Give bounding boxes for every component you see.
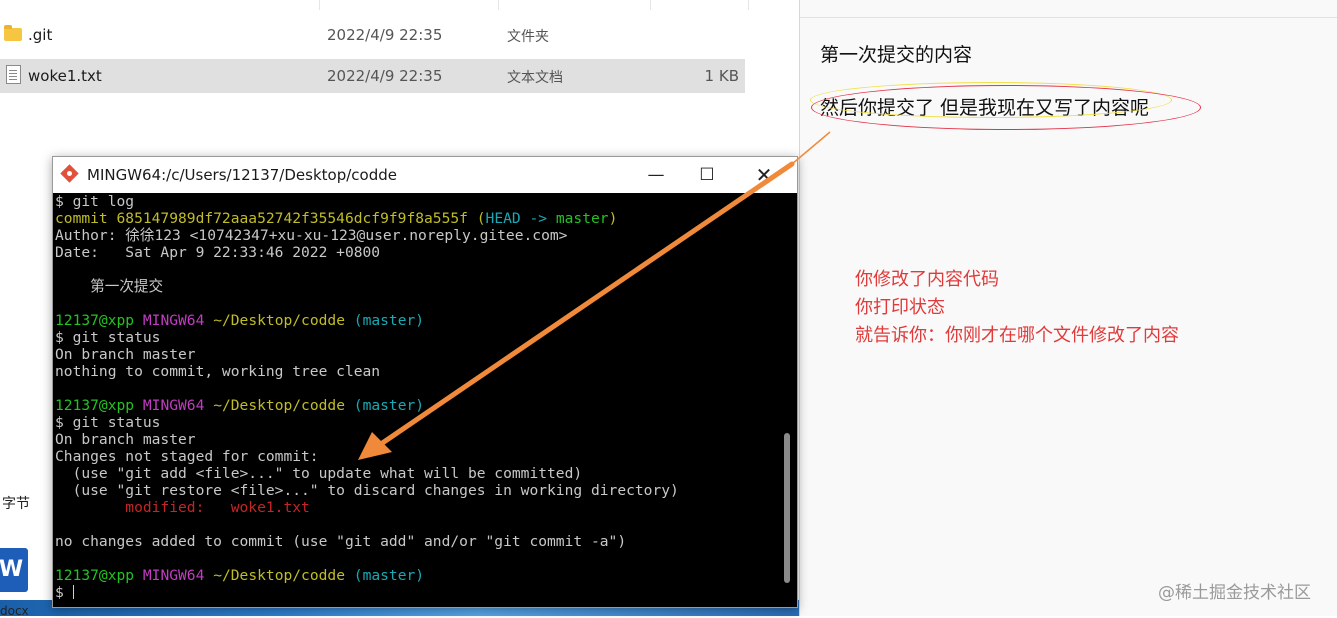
git-logo-icon <box>60 164 79 183</box>
terminal-line: 第一次提交 <box>55 278 164 295</box>
paren: ( <box>476 210 486 227</box>
terminal-line: (use "git add <file>..." to update what … <box>55 465 583 482</box>
terminal-title: MINGW64:/c/Users/12137/Desktop/codde <box>87 166 397 184</box>
terminal-line: (use "git restore <file>..." to discard … <box>55 482 679 499</box>
maximize-button[interactable]: ☐ <box>684 157 730 193</box>
notepad-text-line-1[interactable]: 第一次提交的内容 <box>820 40 972 67</box>
column-divider <box>650 0 651 10</box>
terminal-titlebar[interactable]: MINGW64:/c/Users/12137/Desktop/codde — ☐… <box>53 157 797 193</box>
file-row-git-folder[interactable]: .git 2022/4/9 22:35 文件夹 <box>0 18 745 52</box>
file-name: .git <box>28 26 53 44</box>
scrollbar-thumb[interactable] <box>784 433 790 583</box>
prompt-path: ~/Desktop/codde <box>213 397 345 414</box>
paren: ) <box>608 210 618 227</box>
annotation-note-3: 就告诉你：你刚才在哪个文件修改了内容 <box>855 325 1179 346</box>
file-row-woke1[interactable]: woke1.txt 2022/4/9 22:35 文本文档 1 KB <box>0 59 745 93</box>
prompt-user: 12137@xpp <box>55 397 135 414</box>
file-type: 文件夹 <box>507 29 549 45</box>
terminal-line: Author: 徐徐123 <10742347+xu-xu-123@user.n… <box>55 227 568 244</box>
annotation-note-2: 你打印状态 <box>855 297 945 318</box>
command-text: $ git log <box>55 193 135 210</box>
column-divider <box>748 0 749 10</box>
notepad-menubar <box>800 0 1337 18</box>
branch-ref: master <box>555 210 609 227</box>
watermark: @稀土掘金技术社区 <box>1158 583 1311 603</box>
minimize-button[interactable]: — <box>633 157 679 193</box>
input-prompt: $ <box>55 584 73 601</box>
column-divider <box>498 0 499 10</box>
folder-icon <box>4 25 22 41</box>
file-name: woke1.txt <box>28 67 102 85</box>
file-type: 文本文档 <box>507 70 563 86</box>
prompt-branch: (master) <box>353 397 425 414</box>
modified-file-line: modified: woke1.txt <box>55 499 310 516</box>
prompt-branch: (master) <box>353 312 425 329</box>
terminal-line: Date: Sat Apr 9 22:33:46 2022 +0800 <box>55 244 381 261</box>
prompt-env: MINGW64 <box>142 567 205 584</box>
close-button[interactable]: ✕ <box>741 157 787 193</box>
prompt-path: ~/Desktop/codde <box>213 567 345 584</box>
file-date: 2022/4/9 22:35 <box>327 67 443 85</box>
terminal-output[interactable]: $ git log commit 685147989df72aaa52742f3… <box>55 193 775 606</box>
commit-hash: commit 685147989df72aaa52742f35546dcf9f9… <box>55 210 468 227</box>
file-size: 1 KB <box>704 67 739 85</box>
prompt-env: MINGW64 <box>142 312 205 329</box>
size-label: 字节 <box>2 496 30 512</box>
terminal-prompt: 12137@xpp MINGW64 ~/Desktop/codde (maste… <box>55 567 424 584</box>
text-cursor <box>72 585 74 599</box>
prompt-user: 12137@xpp <box>55 567 135 584</box>
highlight-ellipse-red <box>811 85 1201 130</box>
terminal-scrollbar[interactable] <box>777 193 797 606</box>
terminal-prompt: 12137@xpp MINGW64 ~/Desktop/codde (maste… <box>55 397 424 414</box>
prompt-user: 12137@xpp <box>55 312 135 329</box>
terminal-line: no changes added to commit (use "git add… <box>55 533 627 550</box>
terminal-line: On branch master <box>55 431 196 448</box>
terminal-line: Changes not staged for commit: <box>55 448 319 465</box>
text-file-icon <box>6 65 21 84</box>
prompt-branch: (master) <box>353 567 425 584</box>
column-divider <box>319 0 320 10</box>
terminal-line: $ git status <box>55 414 161 431</box>
git-bash-terminal-window[interactable]: MINGW64:/c/Users/12137/Desktop/codde — ☐… <box>52 156 798 608</box>
terminal-line: $ git log <box>55 193 134 210</box>
word-document-icon[interactable]: W <box>0 548 28 592</box>
terminal-line: $ git status <box>55 329 161 346</box>
terminal-prompt: 12137@xpp MINGW64 ~/Desktop/codde (maste… <box>55 312 424 329</box>
terminal-line: On branch master <box>55 346 196 363</box>
terminal-line: nothing to commit, working tree clean <box>55 363 381 380</box>
file-date: 2022/4/9 22:35 <box>327 26 443 44</box>
prompt-env: MINGW64 <box>142 397 205 414</box>
head-ref: HEAD -> <box>485 210 556 227</box>
annotation-note-1: 你修改了内容代码 <box>855 269 999 290</box>
terminal-input-line[interactable]: $ <box>55 584 74 601</box>
prompt-path: ~/Desktop/codde <box>213 312 345 329</box>
terminal-line: commit 685147989df72aaa52742f35546dcf9f9… <box>55 210 617 227</box>
